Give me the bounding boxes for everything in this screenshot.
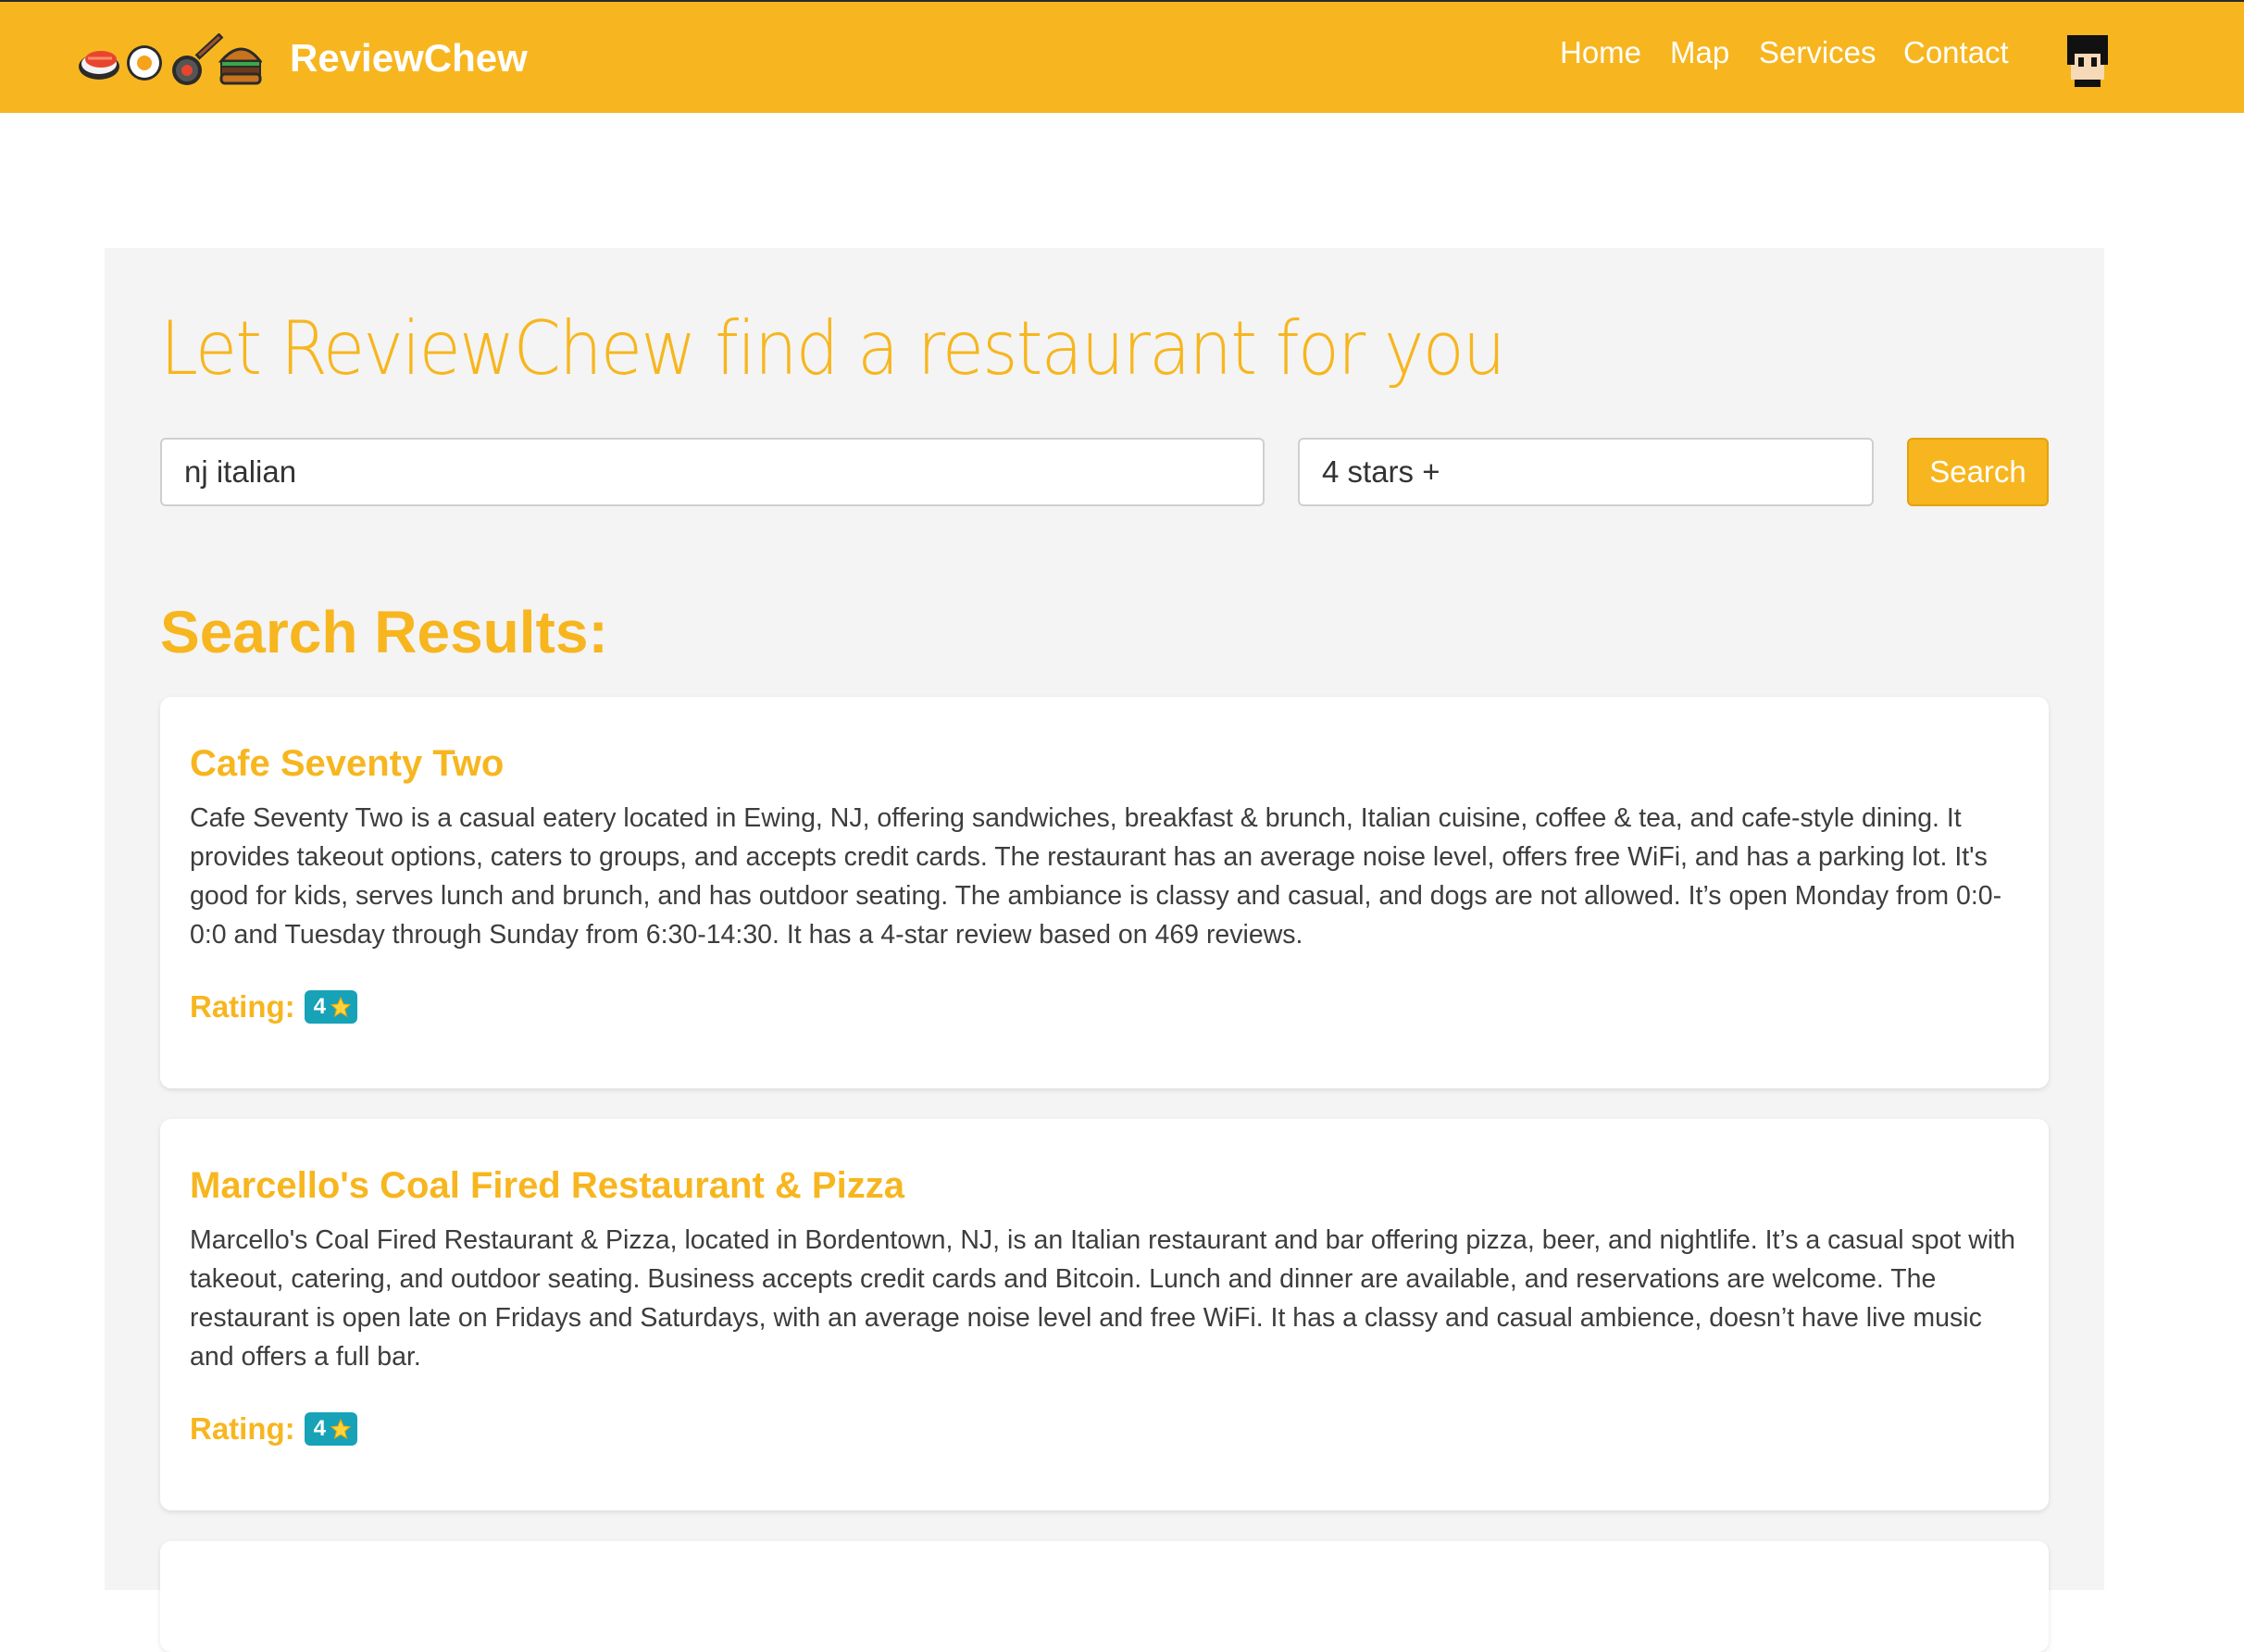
result-card bbox=[160, 1541, 2049, 1652]
nav-home-link[interactable]: Home bbox=[1560, 28, 1641, 78]
brand-logo-icons[interactable] bbox=[77, 33, 262, 87]
nav-services-link[interactable]: Services bbox=[1759, 28, 1876, 78]
result-card: Marcello's Coal Fired Restaurant & Pizza… bbox=[160, 1119, 2049, 1510]
results-heading: Search Results: bbox=[160, 599, 608, 665]
rating-label: Rating: bbox=[190, 989, 295, 1024]
user-avatar-icon[interactable] bbox=[2060, 31, 2115, 87]
rating-label: Rating: bbox=[190, 1411, 295, 1446]
rating-value: 4 bbox=[313, 1416, 327, 1441]
frying-pan-icon bbox=[172, 33, 224, 85]
nav-contact-link[interactable]: Contact bbox=[1903, 28, 2009, 78]
fried-egg-icon bbox=[127, 45, 162, 81]
restaurant-description: Cafe Seventy Two is a casual eatery loca… bbox=[190, 803, 2002, 950]
search-button[interactable]: Search bbox=[1907, 438, 2049, 506]
rating-row: Rating: 4 bbox=[190, 986, 358, 1028]
rating-value: 4 bbox=[313, 994, 327, 1019]
result-card: Cafe Seventy Two Cafe Seventy Two is a c… bbox=[160, 697, 2049, 1088]
nav-map-link[interactable]: Map bbox=[1670, 28, 1729, 78]
restaurant-name-link[interactable]: Cafe Seventy Two bbox=[190, 738, 504, 789]
page-title: Let ReviewChew find a restaurant for you bbox=[160, 305, 1506, 391]
rating-badge: 4 bbox=[304, 990, 358, 1024]
burger-icon bbox=[218, 47, 262, 85]
restaurant-description: Marcello's Coal Fired Restaurant & Pizza… bbox=[190, 1225, 2015, 1372]
star-icon bbox=[330, 1418, 352, 1440]
star-icon bbox=[330, 996, 352, 1018]
brand-name[interactable]: ReviewChew bbox=[290, 30, 528, 87]
rating-badge: 4 bbox=[304, 1412, 358, 1446]
search-query-input[interactable] bbox=[160, 438, 1265, 506]
restaurant-name-link[interactable]: Marcello's Coal Fired Restaurant & Pizza bbox=[190, 1160, 904, 1211]
top-navbar: ReviewChew Home Map Services Contact bbox=[0, 0, 2244, 113]
rating-row: Rating: 4 bbox=[190, 1408, 358, 1450]
rating-filter-input[interactable] bbox=[1298, 438, 1874, 506]
sushi-icon bbox=[79, 51, 119, 80]
